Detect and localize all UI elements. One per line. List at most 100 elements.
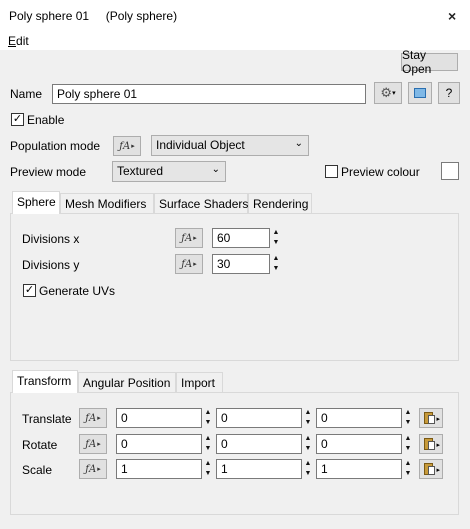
translate-x-field[interactable]: 0 — [116, 408, 202, 428]
preview-colour-swatch[interactable] — [441, 162, 459, 180]
rotate-label: Rotate — [22, 438, 58, 452]
preview-colour-checkbox[interactable] — [325, 165, 338, 178]
settings-button[interactable]: ⚙ ▾ — [374, 82, 402, 104]
scale-z-field[interactable]: 1 — [316, 459, 402, 479]
transform-panel: Translate ƒA ▸ 0 ▲ ▼ 0 ▲ ▼ 0 ▲ ▼ ▸ Rotate ƒA… — [10, 392, 459, 515]
scale-y-spinner[interactable]: ▲ ▼ — [303, 459, 313, 479]
translate-paste-button[interactable]: ▸ — [419, 408, 443, 428]
spin-down-icon[interactable]: ▼ — [203, 469, 213, 479]
translate-y-field[interactable]: 0 — [216, 408, 302, 428]
spin-down-icon[interactable]: ▼ — [303, 418, 313, 428]
divisions-y-function-button[interactable]: ƒA ▸ — [175, 254, 203, 274]
stay-open-button[interactable]: Stay Open — [401, 48, 458, 76]
scale-x-field[interactable]: 1 — [116, 459, 202, 479]
scale-function-button[interactable]: ƒA ▸ — [79, 459, 107, 479]
rotate-x-spinner[interactable]: ▲ ▼ — [203, 434, 213, 454]
enable-checkbox[interactable]: ✓ — [11, 113, 24, 126]
rotate-z-field[interactable]: 0 — [316, 434, 402, 454]
spin-down-icon[interactable]: ▼ — [203, 418, 213, 428]
gear-icon: ⚙ — [380, 85, 393, 100]
rotate-function-button[interactable]: ƒA ▸ — [79, 434, 107, 454]
spin-down-icon[interactable]: ▼ — [403, 444, 413, 454]
spin-up-icon[interactable]: ▲ — [271, 228, 281, 238]
menu-bar: Edit — [0, 32, 470, 50]
function-icon: ƒA — [181, 232, 193, 244]
translate-y-spinner[interactable]: ▲ ▼ — [303, 408, 313, 428]
spin-up-icon[interactable]: ▲ — [403, 408, 413, 418]
document-icon — [428, 415, 435, 424]
generate-uvs-checkbox[interactable]: ✓ — [23, 284, 36, 297]
rotate-y-field[interactable]: 0 — [216, 434, 302, 454]
function-icon: ƒA — [181, 258, 193, 270]
chevron-down-icon: ⌄ — [294, 138, 303, 149]
tab-sphere[interactable]: Sphere — [12, 191, 60, 214]
spin-down-icon[interactable]: ▼ — [271, 238, 281, 248]
translate-z-spinner[interactable]: ▲ ▼ — [403, 408, 413, 428]
tab-transform[interactable]: Transform — [12, 370, 78, 393]
rotate-z-spinner[interactable]: ▲ ▼ — [403, 434, 413, 454]
divisions-y-spinner[interactable]: ▲ ▼ — [271, 254, 281, 274]
spin-up-icon[interactable]: ▲ — [303, 459, 313, 469]
spin-up-icon[interactable]: ▲ — [203, 408, 213, 418]
spin-down-icon[interactable]: ▼ — [303, 469, 313, 479]
rotate-paste-button[interactable]: ▸ — [419, 434, 443, 454]
spin-up-icon[interactable]: ▲ — [403, 434, 413, 444]
divisions-x-spinner[interactable]: ▲ ▼ — [271, 228, 281, 248]
spin-down-icon[interactable]: ▼ — [403, 418, 413, 428]
spin-down-icon[interactable]: ▼ — [271, 264, 281, 274]
divisions-x-field[interactable]: 60 — [212, 228, 270, 248]
triangle-right-icon: ▸ — [436, 442, 440, 449]
translate-label: Translate — [22, 412, 72, 426]
population-mode-function-button[interactable]: ƒA ▸ — [113, 136, 141, 156]
rotate-y-spinner[interactable]: ▲ ▼ — [303, 434, 313, 454]
menu-edit-rest: dit — [16, 34, 29, 48]
spin-up-icon[interactable]: ▲ — [203, 434, 213, 444]
scale-y-field[interactable]: 1 — [216, 459, 302, 479]
triangle-right-icon: ▸ — [193, 234, 197, 242]
divisions-x-function-button[interactable]: ƒA ▸ — [175, 228, 203, 248]
spin-down-icon[interactable]: ▼ — [403, 469, 413, 479]
chevron-down-icon: ⌄ — [211, 164, 220, 175]
preview-colour-label: Preview colour — [341, 165, 420, 179]
close-icon[interactable]: × — [448, 8, 456, 24]
tab-mesh-modifiers[interactable]: Mesh Modifiers — [60, 193, 154, 213]
menu-edit[interactable]: Edit — [8, 34, 29, 48]
population-mode-label: Population mode — [10, 139, 101, 153]
spin-down-icon[interactable]: ▼ — [203, 444, 213, 454]
scale-z-spinner[interactable]: ▲ ▼ — [403, 459, 413, 479]
spin-up-icon[interactable]: ▲ — [303, 408, 313, 418]
triangle-right-icon: ▸ — [193, 260, 197, 268]
translate-x-spinner[interactable]: ▲ ▼ — [203, 408, 213, 428]
function-icon: ƒA — [85, 438, 97, 450]
divisions-y-field[interactable]: 30 — [212, 254, 270, 274]
title-bar: Poly sphere 01 (Poly sphere) × — [0, 0, 470, 32]
name-field[interactable]: Poly sphere 01 — [52, 84, 366, 104]
triangle-right-icon: ▸ — [97, 440, 101, 448]
spin-up-icon[interactable]: ▲ — [271, 254, 281, 264]
scale-paste-button[interactable]: ▸ — [419, 459, 443, 479]
spin-up-icon[interactable]: ▲ — [403, 459, 413, 469]
scale-x-spinner[interactable]: ▲ ▼ — [203, 459, 213, 479]
name-label: Name — [10, 87, 43, 101]
population-mode-value: Individual Object — [156, 138, 245, 152]
spin-up-icon[interactable]: ▲ — [303, 434, 313, 444]
dropdown-triangle-icon: ▾ — [392, 90, 396, 97]
function-icon: ƒA — [85, 463, 97, 475]
help-button[interactable]: ? — [438, 82, 460, 104]
spin-up-icon[interactable]: ▲ — [203, 459, 213, 469]
rotate-x-field[interactable]: 0 — [116, 434, 202, 454]
population-mode-select[interactable]: Individual Object ⌄ — [151, 135, 309, 156]
divisions-y-label: Divisions y — [22, 258, 80, 272]
preview-mode-select[interactable]: Textured ⌄ — [112, 161, 226, 182]
stay-open-label: Stay Open — [402, 48, 432, 76]
divisions-x-label: Divisions x — [22, 232, 80, 246]
window-icon — [414, 88, 426, 98]
spin-down-icon[interactable]: ▼ — [303, 444, 313, 454]
translate-function-button[interactable]: ƒA ▸ — [79, 408, 107, 428]
translate-z-field[interactable]: 0 — [316, 408, 402, 428]
tab-import[interactable]: Import — [176, 372, 223, 392]
preview-window-button[interactable] — [408, 82, 432, 104]
tab-angular-position[interactable]: Angular Position — [78, 372, 176, 392]
tab-surface-shaders[interactable]: Surface Shaders — [154, 193, 248, 213]
tab-rendering[interactable]: Rendering — [248, 193, 312, 213]
